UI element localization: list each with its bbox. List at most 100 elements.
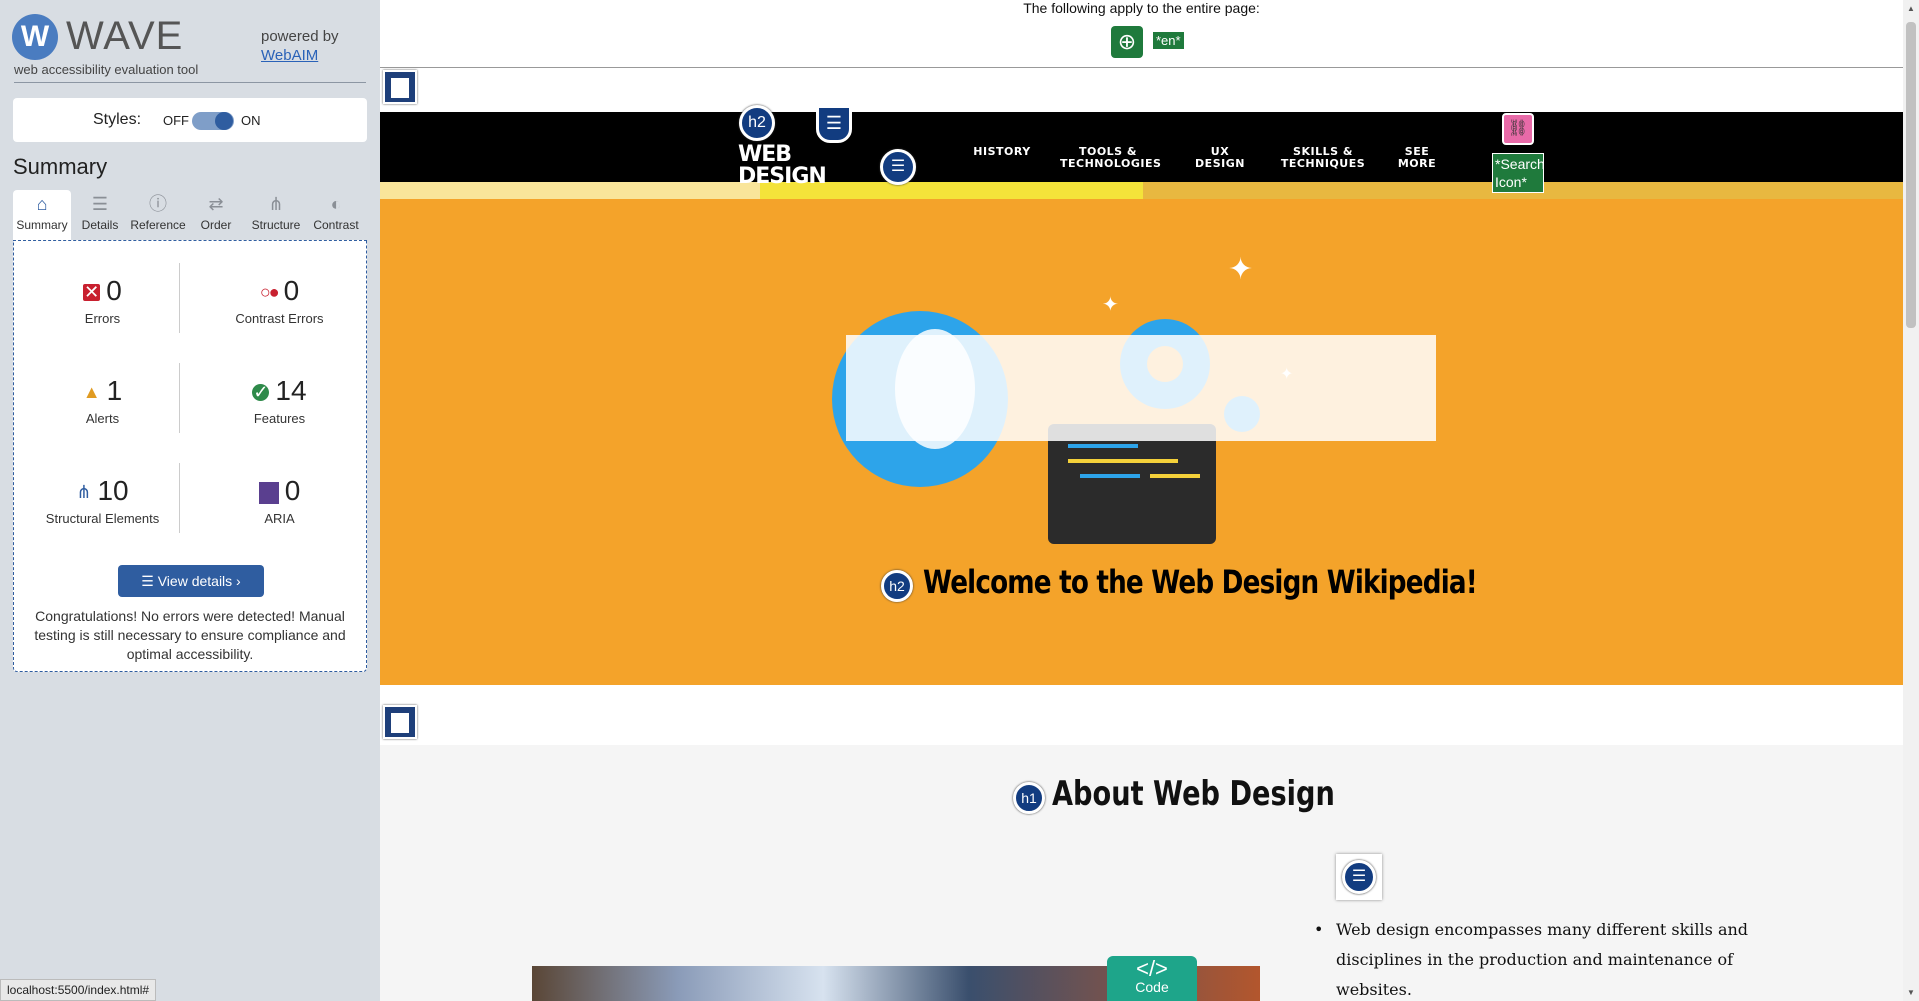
aria-cube-icon <box>258 481 279 504</box>
tab-summary[interactable]: ⌂ Summary <box>13 190 71 240</box>
page-notice-text: The following apply to the entire page: <box>1023 0 1260 16</box>
contrast-error-icon: ○● <box>259 282 280 303</box>
h1-badge-icon[interactable]: h1 <box>1013 782 1045 814</box>
nav-history[interactable]: HISTORY <box>967 146 1037 158</box>
code-line <box>1068 444 1138 448</box>
list-icon[interactable]: ☰ <box>1342 860 1376 894</box>
tab-label: Reference <box>130 218 186 232</box>
toggle-off-label: OFF <box>163 113 189 128</box>
nav-stripes <box>380 182 1903 199</box>
nav-ux-design[interactable]: UX DESIGN <box>1190 146 1250 170</box>
home-icon: ⌂ <box>36 194 48 214</box>
view-details-button[interactable]: ☰ View details › <box>118 565 264 597</box>
scroll-up-icon[interactable]: ▲ <box>1907 4 1915 13</box>
header-divider <box>14 82 366 83</box>
code-tag-icon: </> <box>1136 956 1168 981</box>
code-badge-label: Code <box>1135 979 1169 995</box>
features-count: 14 <box>275 375 307 406</box>
contrast-errors-stat: ○● 0 Contrast Errors <box>191 251 368 349</box>
h2-badge-icon[interactable]: h2 <box>739 105 775 141</box>
toggle-on-label: ON <box>241 113 261 128</box>
wave-logo-icon: W <box>12 14 58 60</box>
code-badge: </> Code <box>1107 956 1197 1001</box>
link-icon[interactable]: ⛓ <box>1502 113 1534 145</box>
page-level-notices: The following apply to the entire page: … <box>380 0 1903 68</box>
site-brand[interactable]: WEB DESIGN <box>738 144 827 189</box>
stripe <box>380 182 760 199</box>
tab-structure[interactable]: ⋔ Structure <box>247 190 305 240</box>
wave-tabs: ⌂ Summary ☰ Details ⓘ Reference ⇄ Order … <box>13 190 367 240</box>
header-region-icon[interactable] <box>383 70 417 104</box>
list-icon[interactable]: ☰ <box>880 149 916 185</box>
list-icon: ☰ <box>91 194 109 214</box>
structure-icon: ⋔ <box>268 194 284 214</box>
tab-reference[interactable]: ⓘ Reference <box>129 190 187 240</box>
contrast-icon: ◐ <box>330 194 342 214</box>
structural-count: 10 <box>97 475 129 506</box>
structural-label: Structural Elements <box>45 511 160 526</box>
scroll-thumb[interactable] <box>1906 22 1916 328</box>
congrats-message: Congratulations! No errors were detected… <box>34 608 346 662</box>
sparkle-shape: ✦ <box>1228 253 1253 286</box>
contrast-errors-count: 0 <box>283 275 300 306</box>
powered-by-text: powered by <box>261 28 339 45</box>
code-line <box>1080 474 1140 478</box>
alerts-label: Alerts <box>85 411 120 426</box>
alerts-count: 1 <box>106 375 123 406</box>
tab-label: Summary <box>16 218 68 232</box>
nav-line: TECHNOLOGIES <box>1060 157 1162 170</box>
toggle-knob <box>215 112 233 130</box>
list-icon: ☰ <box>141 573 158 589</box>
tab-details[interactable]: ☰ Details <box>71 190 129 240</box>
styles-label: Styles: <box>93 111 142 128</box>
brand-line: DESIGN <box>738 164 827 189</box>
styles-toggle-box: Styles: OFF ON <box>13 98 367 142</box>
nav-line: HISTORY <box>973 145 1031 158</box>
tab-contrast[interactable]: ◐ Contrast <box>307 190 365 240</box>
wave-tagline: web accessibility evaluation tool <box>14 62 199 77</box>
main-region-icon[interactable] <box>383 705 417 739</box>
aria-label: ARIA <box>264 511 295 526</box>
about-title: About Web Design <box>1052 774 1335 814</box>
errors-count: 0 <box>106 275 122 306</box>
wave-title: WAVE <box>66 14 184 58</box>
tab-label: Contrast <box>313 218 359 232</box>
tab-label: Structure <box>251 218 301 232</box>
globe-icon[interactable]: ⊕ <box>1111 26 1143 58</box>
styles-toggle-switch[interactable] <box>192 112 234 130</box>
webaim-link[interactable]: WebAIM <box>261 47 318 64</box>
error-icon: ✕ <box>83 282 101 303</box>
h2-badge-icon[interactable]: h2 <box>881 570 913 602</box>
nav-tools-technologies[interactable]: TOOLS & TECHNOLOGIES <box>1060 146 1161 170</box>
nav-line: TECHNIQUES <box>1280 157 1366 170</box>
page-scrollbar[interactable]: ▲ ▼ <box>1903 0 1919 1001</box>
search-icon-alt-tag[interactable]: *Search Icon* <box>1492 153 1545 193</box>
feature-check-icon: ✓ <box>252 382 270 403</box>
scroll-down-icon[interactable]: ▼ <box>1907 988 1915 997</box>
info-icon: ⓘ <box>149 194 167 214</box>
hero-banner: ✦ ✦ ✦ <box>380 199 1903 685</box>
aria-count: 0 <box>284 475 301 506</box>
nav-skills-techniques[interactable]: SKILLS & TECHNIQUES <box>1278 146 1368 170</box>
nav-line: DESIGN <box>1195 157 1245 170</box>
hero-title-box <box>846 335 1436 441</box>
wave-sidebar: W WAVE web accessibility evaluation tool… <box>0 0 380 1001</box>
nav-line: MORE <box>1397 157 1437 170</box>
language-tag[interactable]: *en* <box>1153 32 1184 49</box>
errors-stat: ✕ 0 Errors <box>14 251 191 349</box>
nav-landmark-icon[interactable]: ☰ <box>816 105 852 143</box>
code-line <box>1150 474 1200 478</box>
evaluated-page: The following apply to the entire page: … <box>380 0 1903 1001</box>
alerts-stat: ▲ 1 Alerts <box>14 351 191 449</box>
tab-order[interactable]: ⇄ Order <box>187 190 245 240</box>
summary-heading: Summary <box>13 154 108 179</box>
tab-label: Details <box>81 218 119 232</box>
contrast-errors-label: Contrast Errors <box>235 311 324 326</box>
hero-title: Welcome to the Web Design Wikipedia! <box>923 563 1478 601</box>
structure-icon: ⋔ <box>76 482 92 503</box>
hero-illustration: ✦ ✦ ✦ <box>832 253 1293 544</box>
structural-stat: ⋔ 10 Structural Elements <box>14 451 191 549</box>
view-details-label: View details › <box>157 573 241 589</box>
nav-see-more[interactable]: SEE MORE <box>1392 146 1442 170</box>
status-bar-url: localhost:5500/index.html# <box>0 979 157 1001</box>
